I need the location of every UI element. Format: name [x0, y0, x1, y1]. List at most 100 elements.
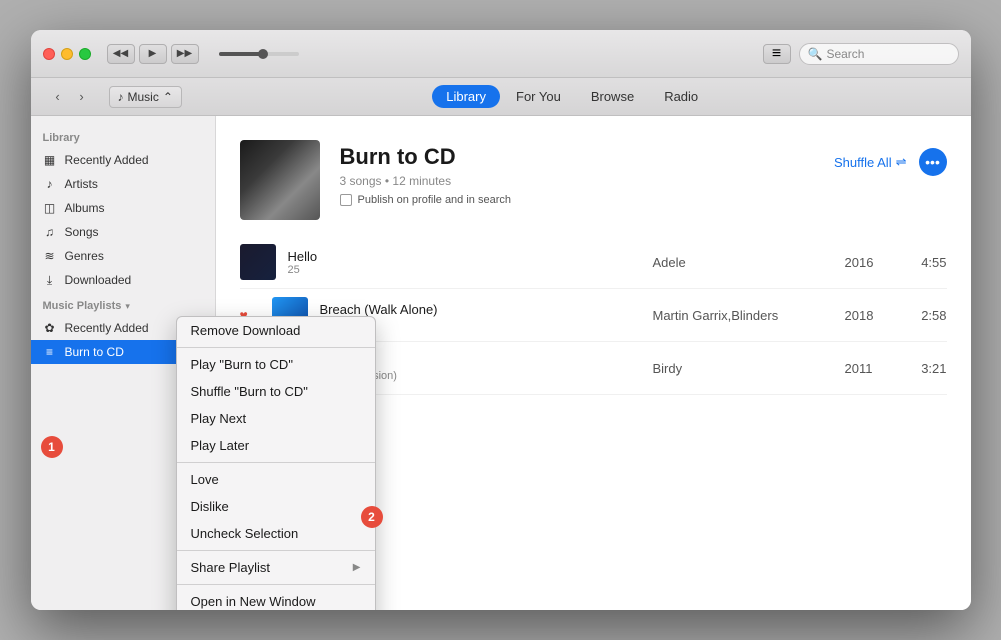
song-artwork [240, 244, 276, 280]
genres-icon: ≋ [43, 249, 57, 263]
sidebar-item-recently-added[interactable]: ▦ Recently Added [31, 148, 215, 172]
navbar: ‹ › ♪ Music ⌃ Library For You Browse Rad… [31, 78, 971, 116]
library-section-title: Library [31, 124, 215, 148]
publish-label: Publish on profile and in search [358, 194, 511, 206]
playlist-actions: Shuffle All ⇌ ••• [834, 140, 947, 176]
song-album: 25 [288, 264, 641, 276]
shuffle-label: Shuffle All [834, 155, 892, 170]
ctx-love[interactable]: Love [177, 466, 375, 493]
ctx-divider-3 [177, 550, 375, 551]
sidebar-item-genres[interactable]: ≋ Genres [31, 244, 215, 268]
song-info: Hello 25 [288, 249, 641, 276]
playlist-title: Burn to CD [340, 144, 815, 170]
ctx-divider-4 [177, 584, 375, 585]
ctx-divider-2 [177, 462, 375, 463]
minimize-button[interactable] [61, 48, 73, 60]
sidebar-item-songs[interactable]: ♫ Songs [31, 220, 215, 244]
ctx-play[interactable]: Play "Burn to CD" [177, 351, 375, 378]
song-year: 2018 [845, 308, 895, 323]
song-artist: Adele [653, 255, 833, 270]
playlists-chevron-icon: ▾ [125, 301, 130, 312]
playlist-info: Burn to CD 3 songs • 12 minutes Publish … [340, 140, 815, 206]
ctx-divider-1 [177, 347, 375, 348]
ctx-dislike[interactable]: Dislike [177, 493, 375, 520]
albums-icon: ◫ [43, 201, 57, 215]
song-artist: Birdy [653, 361, 833, 376]
song-duration: 4:55 [907, 255, 947, 270]
song-title: Breach (Walk Alone) [320, 302, 641, 317]
playlist-publish: Publish on profile and in search [340, 194, 815, 206]
rewind-icon: ◀◀ [113, 48, 128, 59]
nav-location[interactable]: ♪ Music ⌃ [109, 86, 182, 108]
location-label: Music [128, 90, 159, 104]
search-icon: 🔍 [808, 47, 823, 61]
song-title: Hello [288, 249, 641, 264]
artists-icon: ♪ [43, 177, 57, 191]
song-duration: 2:58 [907, 308, 947, 323]
tab-for-you[interactable]: For You [502, 85, 575, 108]
tab-library[interactable]: Library [432, 85, 500, 108]
ctx-uncheck-selection[interactable]: Uncheck Selection [177, 520, 375, 547]
rewind-button[interactable]: ◀◀ [107, 44, 135, 64]
sidebar-item-downloaded[interactable]: ⤓ Downloaded [31, 268, 215, 292]
list-view-button[interactable]: ≡ [763, 44, 791, 64]
playlists-section-title: Music Playlists [43, 300, 122, 312]
ellipsis-icon: ••• [925, 154, 940, 170]
recently-added-playlist-icon: ✿ [43, 321, 57, 335]
playlists-section-header: Music Playlists ▾ [31, 292, 215, 316]
progress-bar[interactable] [219, 52, 299, 56]
publish-checkbox[interactable] [340, 194, 352, 206]
play-icon: ▶ [149, 48, 157, 59]
ctx-open-new-window[interactable]: Open in New Window [177, 588, 375, 610]
music-note-icon: ♪ [118, 90, 124, 104]
tab-browse[interactable]: Browse [577, 85, 648, 108]
song-year: 2011 [845, 361, 895, 376]
sidebar-item-albums[interactable]: ◫ Albums [31, 196, 215, 220]
sidebar-item-artists[interactable]: ♪ Artists [31, 172, 215, 196]
ctx-play-later[interactable]: Play Later [177, 432, 375, 459]
fullscreen-button[interactable] [79, 48, 91, 60]
ctx-remove-download[interactable]: Remove Download [177, 317, 375, 344]
playlist-artwork-image [240, 140, 320, 220]
playback-controls: ◀◀ ▶ ▶▶ [107, 44, 199, 64]
list-icon: ≡ [772, 45, 781, 63]
traffic-lights [43, 48, 91, 60]
song-duration: 3:21 [907, 361, 947, 376]
ctx-play-next[interactable]: Play Next [177, 405, 375, 432]
songs-icon: ♫ [43, 225, 57, 239]
song-artist: Martin Garrix,Blinders [653, 308, 833, 323]
ctx-share-playlist[interactable]: Share Playlist ▶ [177, 554, 375, 581]
table-row[interactable]: Hello 25 Adele 2016 4:55 [240, 236, 947, 289]
shuffle-all-button[interactable]: Shuffle All ⇌ [834, 154, 907, 170]
burn-to-cd-icon: ≡ [43, 345, 57, 359]
close-button[interactable] [43, 48, 55, 60]
playlist-artwork [240, 140, 320, 220]
playlist-header: Burn to CD 3 songs • 12 minutes Publish … [216, 116, 971, 236]
share-playlist-arrow-icon: ▶ [353, 562, 361, 573]
badge-2: 2 [361, 506, 383, 528]
skip-icon: ▶▶ [177, 48, 192, 59]
play-button[interactable]: ▶ [139, 44, 167, 64]
ctx-shuffle[interactable]: Shuffle "Burn to CD" [177, 378, 375, 405]
progress-knob[interactable] [258, 49, 268, 59]
context-menu: Remove Download Play "Burn to CD" Shuffl… [176, 316, 376, 610]
location-chevron-icon: ⌃ [163, 90, 173, 104]
playlist-meta: 3 songs • 12 minutes [340, 174, 815, 188]
skip-button[interactable]: ▶▶ [171, 44, 199, 64]
main-content: Library ▦ Recently Added ♪ Artists ◫ Alb… [31, 116, 971, 610]
search-box[interactable]: 🔍 Search [799, 43, 959, 65]
song-year: 2016 [845, 255, 895, 270]
shuffle-icon: ⇌ [896, 154, 907, 170]
forward-arrow[interactable]: › [71, 86, 93, 108]
downloaded-icon: ⤓ [43, 273, 57, 287]
back-arrow[interactable]: ‹ [47, 86, 69, 108]
nav-tabs: Library For You Browse Radio [190, 85, 955, 108]
more-options-button[interactable]: ••• [919, 148, 947, 176]
nav-arrows: ‹ › [47, 86, 93, 108]
main-window: ◀◀ ▶ ▶▶ ≡ 🔍 Search ‹ › [31, 30, 971, 610]
titlebar: ◀◀ ▶ ▶▶ ≡ 🔍 Search [31, 30, 971, 78]
search-placeholder: Search [826, 47, 864, 61]
badge-1: 1 [41, 436, 63, 458]
tab-radio[interactable]: Radio [650, 85, 712, 108]
progress-fill [219, 52, 263, 56]
